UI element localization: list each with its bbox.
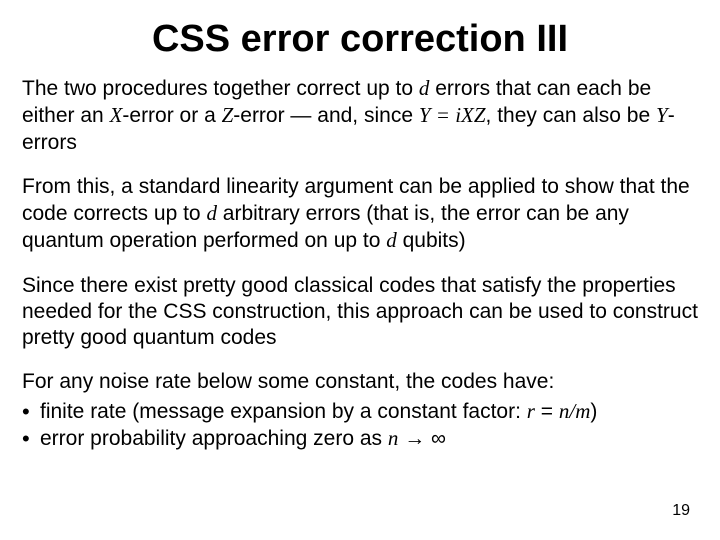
bullet-finite-rate: finite rate (message expansion by a cons… [22,398,698,425]
p1-text: The two procedures together correct up t… [22,77,419,100]
bullet-list: finite rate (message expansion by a cons… [22,398,698,453]
b1-eq: = [535,400,559,423]
var-r: r [527,399,535,423]
bullet-error-prob: error probability approaching zero as n … [22,425,698,452]
var-d: d [419,76,430,100]
var-Z: Z [222,103,234,127]
p2-text: qubits) [397,229,466,252]
infinity-icon: ∞ [431,427,446,450]
var-X: X [110,103,123,127]
p1-text: -error — and, since [233,104,419,127]
var-n-over-m: n/m [559,399,591,423]
p1-text: -error or a [122,104,221,127]
paragraph-3: Since there exist pretty good classical … [22,273,698,352]
var-d: d [206,201,217,225]
var-d: d [386,228,397,252]
paragraph-4-lead: For any noise rate below some constant, … [22,369,698,395]
slide-title: CSS error correction III [22,18,698,61]
eq-Y-iXZ: Y = iXZ [419,103,486,127]
slide: CSS error correction III The two procedu… [0,0,720,540]
paragraph-1: The two procedures together correct up t… [22,75,698,156]
paragraph-2: From this, a standard linearity argument… [22,174,698,255]
b1-text: finite rate (message expansion by a cons… [40,400,527,423]
p1-text: , they can also be [486,104,656,127]
arrow-icon: → [398,427,431,450]
var-n: n [388,426,399,450]
page-number: 19 [672,502,690,520]
b1-text: ) [590,400,597,423]
var-Y: Y [656,103,668,127]
b2-text: error probability approaching zero as [40,427,388,450]
